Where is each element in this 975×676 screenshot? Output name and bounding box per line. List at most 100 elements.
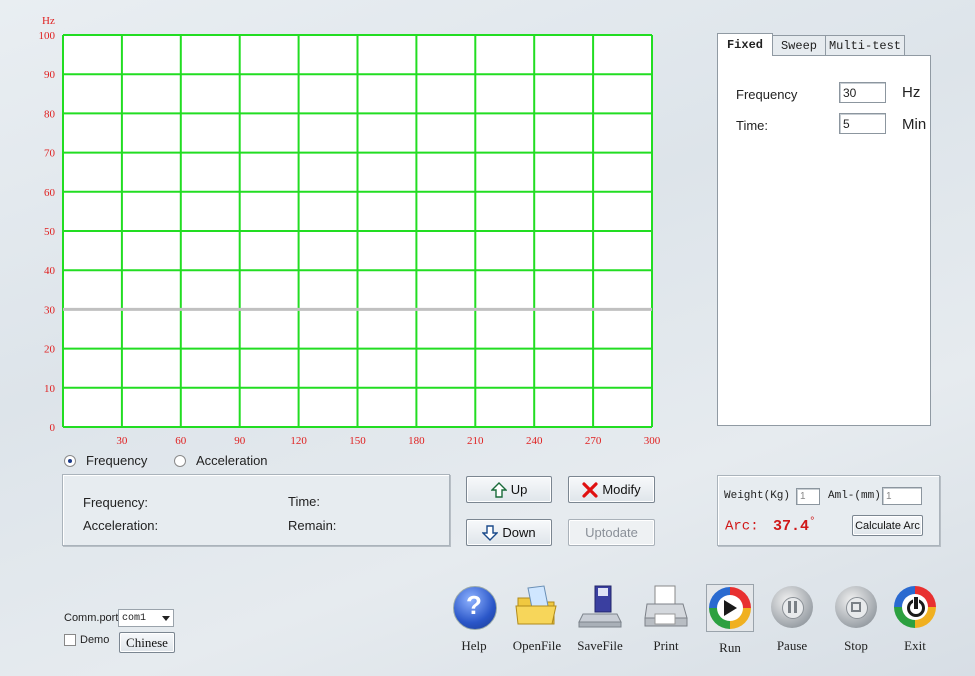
status-remain-label: Remain: (288, 518, 337, 533)
pause-label: Pause (776, 638, 808, 653)
weight-label: Weight(Kg) (724, 490, 791, 502)
tab-sweep-label: Sweep (780, 39, 817, 53)
chinese-button-label: Chinese (126, 634, 168, 650)
up-button-label: Up (510, 482, 528, 497)
y-tick-label: 50 (44, 226, 56, 238)
x-tick-label: 180 (408, 435, 425, 447)
uptodate-button[interactable]: Uptodate (568, 519, 655, 546)
y-tick-label: 100 (39, 30, 56, 42)
print-label: Print (653, 638, 679, 653)
stop-button[interactable]: Stop (826, 584, 886, 654)
status-time-label: Time: (288, 494, 321, 509)
tab-fixed-page (717, 55, 931, 426)
tab-multi-test-label: Multi-test (828, 39, 901, 53)
run-label: Run (719, 640, 741, 655)
x-tick-label: 30 (116, 435, 128, 447)
up-button[interactable]: Up (466, 476, 552, 503)
x-tick-label: 210 (467, 435, 484, 447)
help-icon: ? (451, 584, 497, 630)
tab-fixed-label: Fixed (726, 38, 763, 52)
x-tick-label: 150 (349, 435, 366, 447)
pause-button[interactable]: Pause (762, 584, 822, 654)
chinese-button[interactable]: Chinese (119, 632, 175, 653)
frequency-radio-dot[interactable] (64, 454, 76, 467)
open-file-label: OpenFile (512, 638, 562, 653)
pause-icon (769, 584, 815, 630)
modify-button[interactable]: Modify (568, 476, 655, 503)
help-label: Help (461, 638, 487, 653)
printer-icon (643, 584, 689, 630)
demo-label: Demo (80, 634, 110, 646)
arrow-down-icon (482, 524, 499, 541)
aml-input[interactable]: 1 (882, 487, 922, 505)
fixed-frequency-unit: Hz (902, 84, 921, 101)
open-file-button[interactable]: OpenFile (507, 584, 567, 654)
arc-result: Arc: 37.4° (725, 516, 816, 535)
comm-port-select[interactable]: com1 (118, 609, 174, 627)
frequency-chart: Hz 0 10 20 30 40 50 60 70 80 90 100 30 60 90 120 150 180… (39, 15, 661, 447)
calculate-arc-button[interactable]: Calculate Arc (852, 515, 923, 536)
y-tick-label: 20 (44, 344, 56, 356)
tab-fixed[interactable]: Fixed (717, 33, 773, 56)
down-button[interactable]: Down (466, 519, 552, 546)
aml-label: Aml-(mm) (828, 490, 881, 502)
save-icon (577, 584, 623, 630)
x-tick-label: 300 (644, 435, 661, 447)
tab-sweep[interactable]: Sweep (772, 35, 826, 56)
fixed-frequency-label: Frequency (736, 87, 798, 102)
play-icon (706, 584, 754, 632)
save-file-label: SaveFile (577, 638, 623, 653)
x-tick-label: 60 (175, 435, 187, 447)
y-tick-label: 10 (44, 383, 56, 395)
demo-checkbox[interactable]: Demo (64, 634, 109, 646)
demo-checkbox-box[interactable] (64, 634, 76, 646)
power-icon (892, 584, 938, 630)
y-tick-label: 40 (44, 265, 56, 277)
acceleration-radio-dot[interactable] (174, 454, 186, 467)
fixed-frequency-input[interactable]: 30 (839, 82, 886, 103)
stop-label: Stop (844, 638, 868, 653)
modify-button-label: Modify (602, 482, 641, 497)
status-panel (62, 474, 450, 546)
acceleration-radio-label: Acceleration (196, 453, 268, 468)
arc-unit: ° (809, 516, 816, 528)
fixed-time-input[interactable]: 5 (839, 113, 886, 134)
save-file-button[interactable]: SaveFile (570, 584, 630, 654)
exit-label: Exit (904, 638, 926, 653)
status-acceleration-label: Acceleration: (83, 518, 159, 533)
down-button-label: Down (502, 525, 536, 540)
chevron-down-icon (162, 615, 170, 621)
folder-icon (514, 584, 560, 630)
y-tick-label: 70 (44, 148, 56, 160)
stop-icon (833, 584, 879, 630)
y-tick-label: 90 (44, 69, 56, 81)
uptodate-button-label: Uptodate (585, 525, 638, 540)
exit-button[interactable]: Exit (885, 584, 945, 654)
mode-acceleration-radio[interactable]: Acceleration (174, 453, 268, 468)
mode-frequency-radio[interactable]: Frequency (64, 453, 147, 468)
x-tick-label: 240 (526, 435, 543, 447)
tab-multi-test[interactable]: Multi-test (825, 35, 905, 56)
frequency-radio-label: Frequency (86, 453, 148, 468)
x-tick-label: 90 (234, 435, 246, 447)
y-tick-label: 30 (44, 304, 56, 316)
weight-input[interactable]: 1 (796, 488, 820, 505)
x-tick-label: 270 (585, 435, 602, 447)
run-button[interactable]: Run (700, 584, 760, 656)
calculate-arc-label: Calculate Arc (855, 519, 920, 532)
print-button[interactable]: Print (636, 584, 696, 654)
y-axis-unit: Hz (42, 15, 55, 27)
comm-port-value: com1 (122, 612, 147, 624)
red-x-icon (582, 481, 598, 498)
fixed-time-unit: Min (902, 116, 927, 133)
comm-port-label: Comm.port (64, 612, 119, 624)
y-tick-label: 0 (50, 422, 56, 434)
x-tick-label: 120 (290, 435, 307, 447)
help-button[interactable]: ? Help (444, 584, 504, 654)
y-tick-label: 80 (44, 108, 56, 120)
y-tick-label: 60 (44, 187, 56, 199)
arrow-up-icon (490, 481, 507, 498)
status-frequency-label: Frequency: (83, 495, 149, 510)
fixed-time-label: Time: (736, 118, 769, 133)
arc-value: 37.4 (773, 517, 810, 535)
